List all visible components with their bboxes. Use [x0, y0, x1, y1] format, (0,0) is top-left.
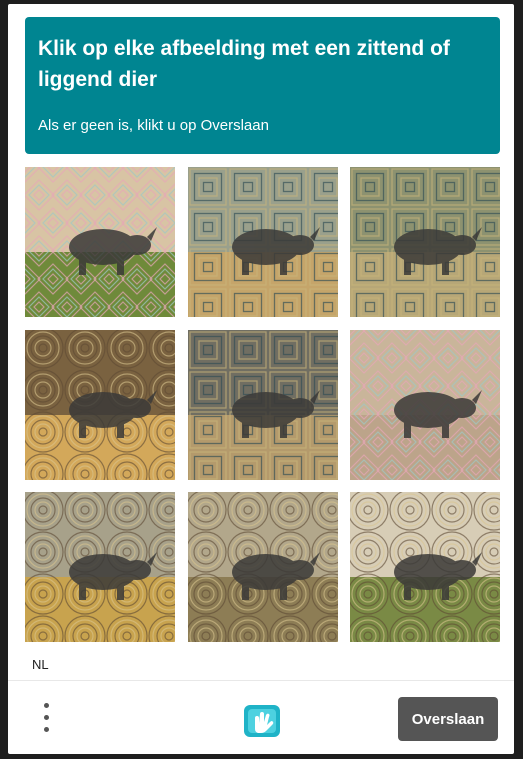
image-tile[interactable]	[187, 167, 338, 317]
image-tile[interactable]	[187, 492, 338, 642]
image-tile[interactable]	[350, 329, 500, 480]
challenge-header: Klik op elke afbeelding met een zittend …	[25, 17, 500, 154]
footer-bar: Overslaan	[8, 680, 514, 755]
image-tile[interactable]	[25, 492, 175, 642]
image-tile[interactable]	[25, 329, 175, 480]
image-tile[interactable]	[25, 167, 175, 317]
skip-button[interactable]: Overslaan	[398, 697, 498, 741]
challenge-subtitle: Als er geen is, klikt u op Overslaan	[38, 117, 269, 134]
image-tile[interactable]	[350, 492, 500, 642]
image-tile[interactable]	[350, 167, 500, 317]
image-grid	[25, 167, 500, 642]
challenge-title: Klik op elke afbeelding met een zittend …	[38, 37, 450, 91]
hand-logo-icon	[240, 701, 284, 741]
menu-icon[interactable]	[36, 703, 56, 737]
language-selector[interactable]: NL	[32, 657, 49, 672]
image-tile[interactable]	[187, 329, 338, 480]
captcha-dialog: Klik op elke afbeelding met een zittend …	[8, 4, 514, 754]
